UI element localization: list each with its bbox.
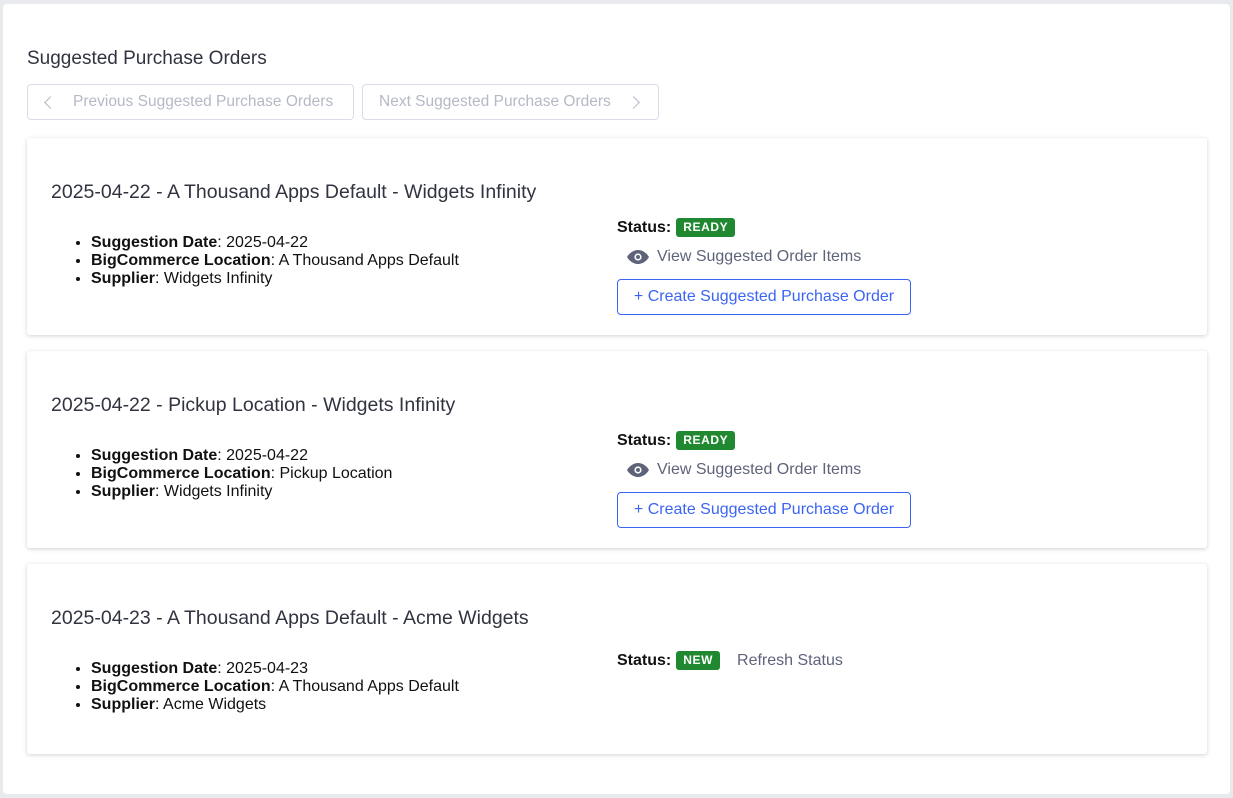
create-order-button[interactable]: + Create Suggested Purchase Order: [617, 279, 911, 315]
detail-supplier: Supplier: Acme Widgets: [91, 696, 459, 714]
status-label: Status: [617, 431, 666, 449]
detail-supplier: Supplier: Widgets Infinity: [91, 483, 392, 501]
detail-label: BigCommerce Location: [91, 252, 271, 269]
detail-label: Supplier: [91, 696, 156, 713]
view-items-link[interactable]: View Suggested Order Items: [627, 461, 861, 479]
status-label: Status: [617, 218, 666, 236]
status-label: Status: [617, 651, 666, 669]
refresh-status-link[interactable]: Refresh Status: [737, 652, 843, 670]
detail-label: BigCommerce Location: [91, 678, 271, 695]
status-row: Status: NEW Refresh Status: [617, 651, 843, 670]
view-items-label: View Suggested Order Items: [657, 248, 862, 265]
detail-value: A Thousand Apps Default: [278, 678, 459, 695]
detail-label: Supplier: [91, 483, 156, 500]
order-title: 2025-04-23 - A Thousand Apps Default - A…: [51, 607, 529, 629]
suggested-order-card: 2025-04-23 - A Thousand Apps Default - A…: [27, 564, 1207, 754]
chevron-right-icon: [626, 95, 640, 109]
detail-value: Acme Widgets: [163, 696, 267, 713]
next-page-button[interactable]: Next Suggested Purchase Orders: [362, 84, 659, 120]
page-title: Suggested Purchase Orders: [27, 48, 267, 69]
status-row: Status: READY: [617, 431, 736, 450]
detail-location: BigCommerce Location: A Thousand Apps De…: [91, 678, 459, 696]
previous-page-button[interactable]: Previous Suggested Purchase Orders: [27, 84, 354, 120]
eye-icon: [627, 250, 649, 264]
status-badge: READY: [676, 218, 736, 237]
status-badge: READY: [676, 431, 736, 450]
detail-value: 2025-04-23: [226, 660, 308, 677]
detail-suggestion-date: Suggestion Date: 2025-04-22: [91, 447, 392, 465]
create-order-button[interactable]: + Create Suggested Purchase Order: [617, 492, 911, 528]
detail-label: BigCommerce Location: [91, 465, 271, 482]
detail-label: Suggestion Date: [91, 234, 218, 251]
suggested-order-card: 2025-04-22 - A Thousand Apps Default - W…: [27, 138, 1207, 335]
eye-icon: [627, 463, 649, 477]
detail-value: 2025-04-22: [226, 234, 308, 251]
view-items-label: View Suggested Order Items: [657, 461, 862, 478]
order-title: 2025-04-22 - Pickup Location - Widgets I…: [51, 394, 456, 416]
detail-value: Pickup Location: [279, 465, 393, 482]
order-details: Suggestion Date: 2025-04-23 BigCommerce …: [67, 660, 459, 714]
detail-label: Suggestion Date: [91, 660, 218, 677]
detail-location: BigCommerce Location: A Thousand Apps De…: [91, 252, 459, 270]
order-details: Suggestion Date: 2025-04-22 BigCommerce …: [67, 234, 459, 288]
suggested-order-card: 2025-04-22 - Pickup Location - Widgets I…: [27, 351, 1207, 548]
detail-suggestion-date: Suggestion Date: 2025-04-22: [91, 234, 459, 252]
status-row: Status: READY: [617, 218, 736, 237]
detail-value: A Thousand Apps Default: [278, 252, 459, 269]
main-panel: Suggested Purchase Orders Previous Sugge…: [3, 4, 1230, 794]
order-details: Suggestion Date: 2025-04-22 BigCommerce …: [67, 447, 392, 501]
detail-value: 2025-04-22: [226, 447, 308, 464]
view-items-link[interactable]: View Suggested Order Items: [627, 248, 861, 266]
chevron-left-icon: [44, 95, 57, 109]
detail-value: Widgets Infinity: [163, 270, 273, 287]
detail-location: BigCommerce Location: Pickup Location: [91, 465, 392, 483]
detail-value: Widgets Infinity: [163, 483, 273, 500]
status-badge: NEW: [676, 651, 721, 670]
next-page-label: Next Suggested Purchase Orders: [379, 93, 611, 110]
detail-label: Suggestion Date: [91, 447, 218, 464]
detail-label: Supplier: [91, 270, 156, 287]
detail-supplier: Supplier: Widgets Infinity: [91, 270, 459, 288]
detail-suggestion-date: Suggestion Date: 2025-04-23: [91, 660, 459, 678]
order-title: 2025-04-22 - A Thousand Apps Default - W…: [51, 181, 537, 203]
previous-page-label: Previous Suggested Purchase Orders: [73, 93, 334, 110]
